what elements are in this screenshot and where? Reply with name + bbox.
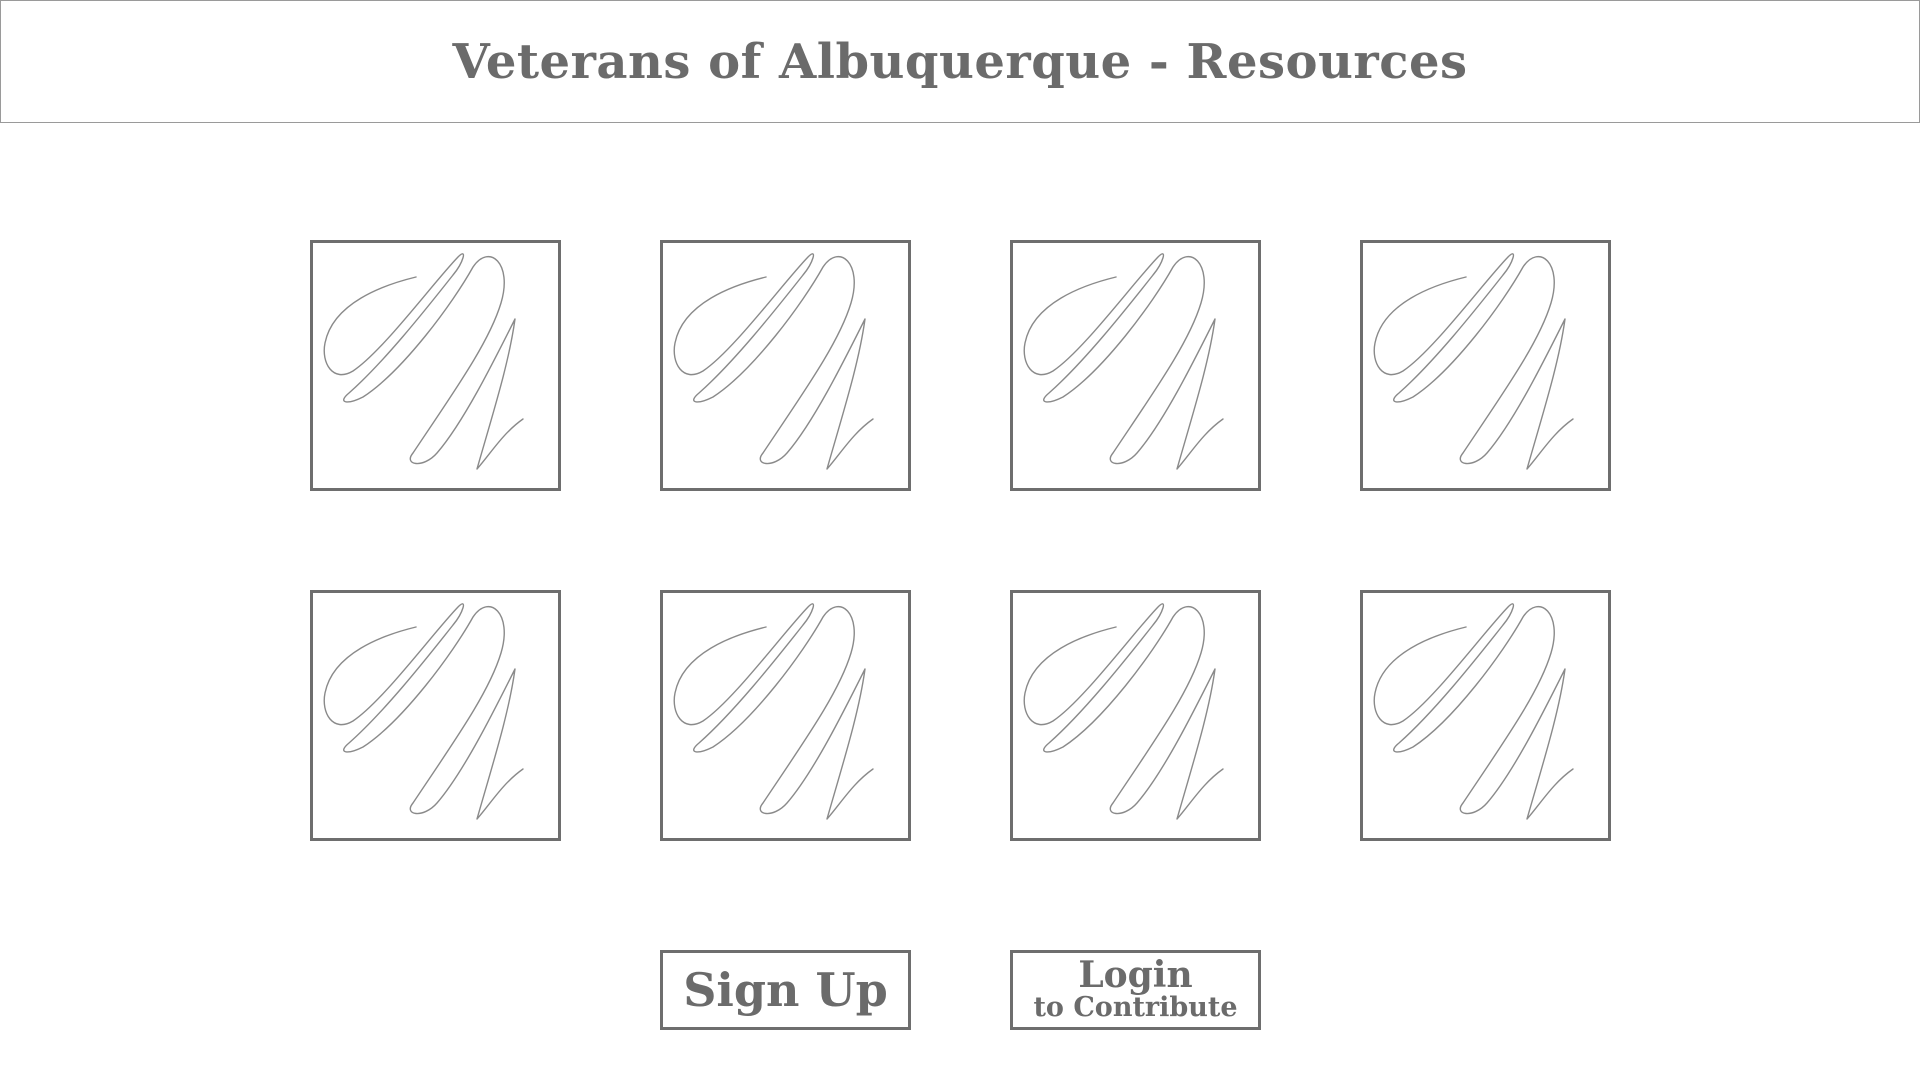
image-placeholder-icon: [1373, 603, 1574, 820]
resource-tile-4[interactable]: [1360, 240, 1611, 491]
image-placeholder-icon: [323, 253, 524, 470]
login-button[interactable]: Login to Contribute: [1010, 950, 1261, 1030]
resource-tile-8[interactable]: [1360, 590, 1611, 841]
image-placeholder-icon: [1373, 253, 1574, 470]
image-placeholder-icon: [323, 603, 524, 820]
resource-tile-3[interactable]: [1010, 240, 1261, 491]
image-placeholder-icon: [1023, 603, 1224, 820]
page-header: Veterans of Albuquerque - Resources: [0, 0, 1920, 123]
sign-up-button[interactable]: Sign Up: [660, 950, 911, 1030]
resource-tile-7[interactable]: [1010, 590, 1261, 841]
login-label: Login: [1078, 954, 1193, 997]
image-placeholder-icon: [1023, 253, 1224, 470]
resource-tile-1[interactable]: [310, 240, 561, 491]
page: Veterans of Albuquerque - Resources Sign…: [0, 0, 1920, 1080]
page-title: Veterans of Albuquerque - Resources: [452, 33, 1468, 90]
sign-up-label: Sign Up: [683, 963, 888, 1017]
login-sublabel: to Contribute: [1033, 992, 1238, 1024]
resource-tile-6[interactable]: [660, 590, 911, 841]
resource-tile-5[interactable]: [310, 590, 561, 841]
image-placeholder-icon: [673, 603, 874, 820]
image-placeholder-icon: [673, 253, 874, 470]
resource-tile-2[interactable]: [660, 240, 911, 491]
